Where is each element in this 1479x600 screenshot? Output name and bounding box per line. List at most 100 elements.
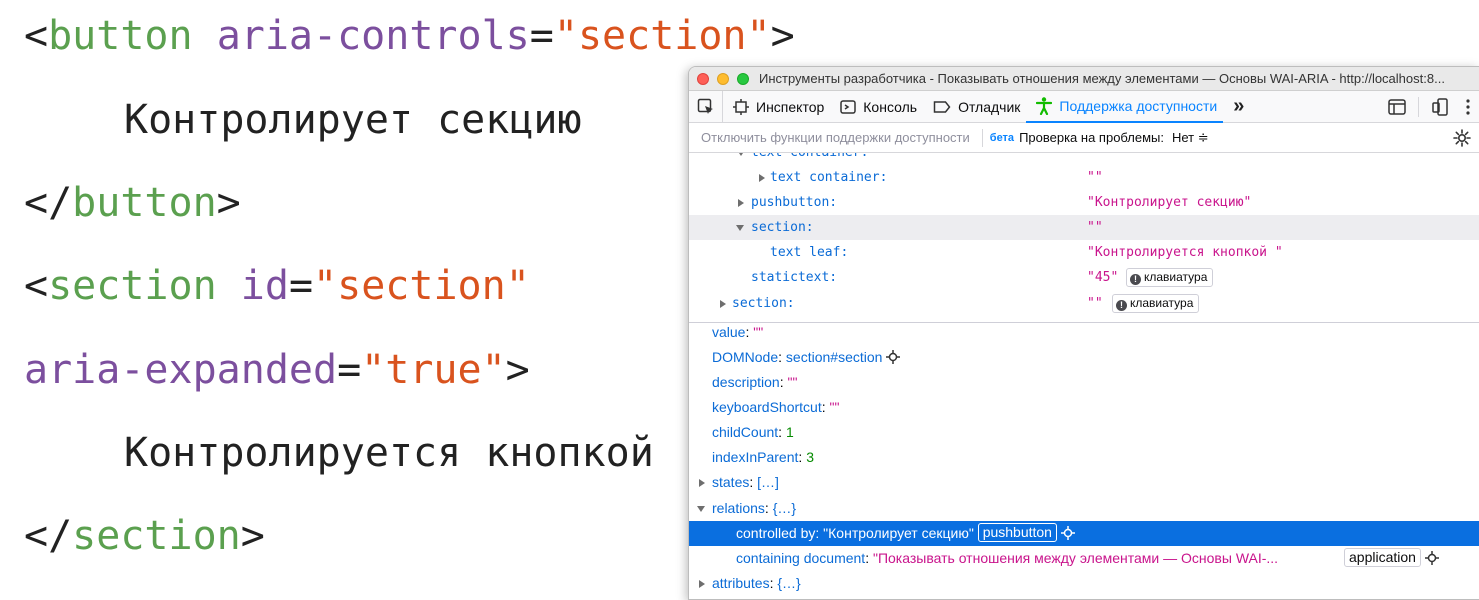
tree-row[interactable]: text container: [689,153,1479,165]
code-punc: > [770,13,795,59]
role-badge[interactable]: pushbutton [977,523,1057,542]
expand-arrow-icon[interactable] [759,174,765,182]
code-tag: section [72,513,241,559]
prop-key: containing document [736,550,866,566]
settings-button[interactable] [1453,129,1471,150]
prop-colon: : [821,399,830,415]
prop-row-attributes[interactable]: attributes: {…} [689,571,1479,596]
tree-row[interactable]: statictext: "45" ! клавиатура [689,265,1479,290]
tree-row[interactable]: section: "" ! клавиатура [689,291,1479,316]
tab-inspector[interactable]: Инспектор [723,91,830,123]
beta-badge: бета [989,131,1015,144]
code-line-section-close: </section> [24,511,265,561]
element-picker-icon [697,98,713,114]
code-attr: aria-expanded [24,347,338,393]
warning-icon: ! [1130,274,1141,285]
prop-row-relations[interactable]: relations: {…} [689,496,1479,521]
more-tabs-button[interactable]: » [1223,95,1254,118]
check-issues-label: Проверка на проблемы: [1019,130,1164,145]
tree-name: "Контролирует секцию" [1087,195,1252,210]
tab-debugger-label: Отладчик [958,98,1021,115]
expand-arrow-icon[interactable] [738,199,744,207]
tree-row-selected[interactable]: section: "" [689,215,1479,240]
badge-label: клавиатура [1130,296,1194,310]
element-picker-button[interactable] [689,90,723,123]
target-node-icon[interactable] [1060,523,1075,548]
tree-row[interactable]: text leaf: "Контролируется кнопкой " [689,240,1479,265]
prop-value: 1 [785,424,794,440]
kebab-menu-icon [1466,99,1470,115]
collapse-arrow-icon[interactable] [697,506,705,512]
zoom-window-button[interactable] [737,72,749,85]
prop-row-index-in-parent[interactable]: indexInParent: 3 [689,445,1479,470]
prop-key: controlled by [736,525,816,541]
prop-colon: : [778,424,786,440]
prop-key: indexInParent [712,449,799,465]
keyboard-issue-badge[interactable]: ! клавиатура [1126,268,1214,287]
code-string: "section" [313,263,530,309]
tree-role: section: [732,296,795,311]
debugger-icon [933,99,951,115]
prop-row-child-count[interactable]: childCount: 1 [689,420,1479,445]
prop-colon: : [865,550,873,566]
prop-key: value [712,324,746,340]
target-node-icon[interactable] [886,347,901,372]
accessibility-icon [1036,96,1053,115]
tab-accessibility[interactable]: Поддержка доступности [1026,91,1224,123]
tree-name: "Контролируется кнопкой " [1087,245,1283,260]
warning-icon: ! [1116,300,1127,311]
tab-console[interactable]: Консоль [830,91,923,123]
target-node-icon[interactable] [1424,548,1439,573]
tree-role: pushbutton: [751,195,838,210]
check-issues-select[interactable]: Нет ≑ [1172,130,1209,146]
tab-inspector-label: Инспектор [756,98,825,115]
close-window-button[interactable] [697,72,709,85]
code-string: "true" [361,347,506,393]
expand-arrow-icon[interactable] [720,300,726,308]
prop-row-description[interactable]: description: "" [689,370,1479,395]
devtools-menu-button[interactable] [1457,99,1479,115]
code-string: "section" [553,13,771,59]
minimize-window-button[interactable] [717,72,729,85]
prop-colon: : [749,474,758,490]
tab-debugger[interactable]: Отладчик [923,91,1026,123]
code-punc: = [337,347,362,393]
code-punc: > [240,513,265,559]
prop-value: "" [829,399,840,415]
prop-value[interactable]: section#section [786,349,883,365]
tree-name: "" [1087,296,1103,311]
prop-row-controlled-by[interactable]: controlled by: "Контролирует секцию" pus… [689,521,1479,546]
code-tag: button [72,180,217,226]
tree-role: text container: [751,153,868,165]
prop-row-states[interactable]: states: […] [689,470,1479,495]
prop-row-domnode[interactable]: DOMNode: section#section [689,345,1479,370]
prop-key: relations [712,500,765,516]
prop-value: {…} [772,500,797,516]
code-punc: > [505,347,530,393]
tree-role: text leaf: [770,245,849,260]
collapse-arrow-icon[interactable] [737,153,745,156]
keyboard-issue-badge[interactable]: ! клавиатура [1112,294,1200,313]
prop-key: childCount [712,424,779,440]
inspector-icon [733,98,749,115]
prop-row-containing-document[interactable]: containing document: "Показывать отношен… [689,546,1479,571]
tree-role: text container: [770,170,888,185]
console-icon [840,99,857,115]
prop-row-keyboard-shortcut[interactable]: keyboardShortcut: "" [689,395,1479,420]
responsive-mode-button[interactable] [1423,98,1457,116]
devtools-toolbar: Инспектор Консоль Отладчик Поддержка дос… [689,90,1479,123]
collapse-arrow-icon[interactable] [736,225,744,231]
disable-accessibility-button[interactable]: Отключить функции поддержки доступности [701,130,970,145]
badge-label: клавиатура [1144,270,1208,284]
tree-row[interactable]: text container: "" [689,165,1479,190]
responsive-icon [1432,98,1448,116]
tree-row[interactable]: pushbutton: "Контролирует секцию" [689,190,1479,215]
prop-row-value[interactable]: value: "" [689,323,1479,345]
role-badge[interactable]: application [1344,548,1421,567]
tree-name: "" [1087,220,1103,235]
code-punc: </ [24,180,73,226]
expand-arrow-icon[interactable] [699,580,705,588]
expand-arrow-icon[interactable] [699,479,705,487]
split-console-button[interactable] [1380,99,1414,115]
prop-key: DOMNode [712,349,779,365]
